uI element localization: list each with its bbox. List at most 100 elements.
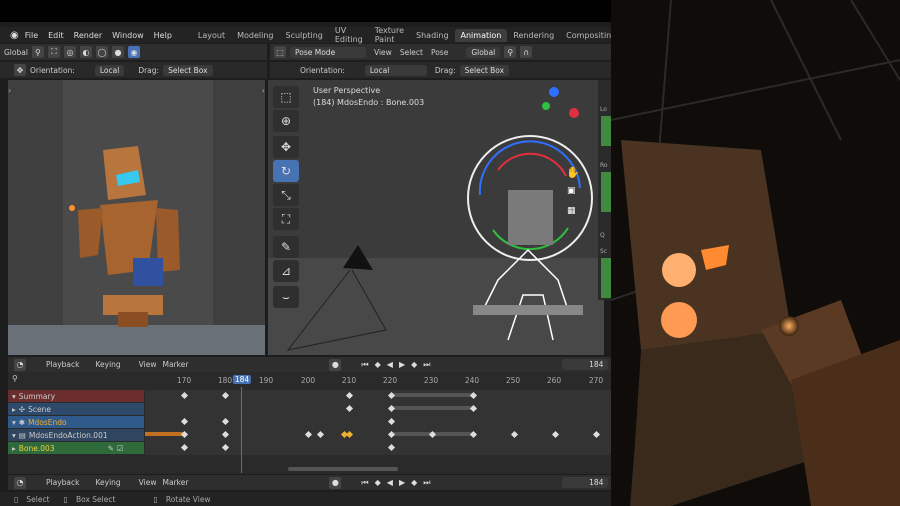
channel-scene[interactable]: ▸ ✣ Scene [8, 403, 144, 415]
bottom-play-reverse-icon[interactable]: ◀ [387, 478, 393, 487]
bottom-jump-start-icon[interactable]: ⏮ [361, 478, 368, 488]
bottom-prev-key-icon[interactable]: ◆ [375, 478, 381, 487]
menu-file[interactable]: File [25, 31, 38, 40]
channel-bone[interactable]: ▸ Bone.003 ✎ ☑ [8, 442, 144, 454]
transform-tool[interactable]: ⛶ [273, 208, 299, 230]
record-icon[interactable]: ● [329, 358, 342, 371]
workspace-tab-shading[interactable]: Shading [410, 29, 455, 42]
left-transform-orientation[interactable]: Global [4, 48, 28, 57]
menu-render[interactable]: Render [74, 31, 102, 40]
wireframe-shading-icon[interactable]: ◯ [95, 46, 108, 58]
workspace-tab-animation[interactable]: Animation [454, 28, 508, 42]
tool-settings-icon[interactable]: ✥ [14, 64, 26, 76]
editor-type-icon[interactable]: ⬚ [274, 46, 286, 58]
menu-view[interactable]: View [374, 48, 392, 57]
camera-viewport[interactable]: › ‹ [8, 80, 265, 355]
workspace-tab-texture-paint[interactable]: Texture Paint [369, 24, 410, 46]
annotate-tool[interactable]: ✎ [273, 236, 299, 258]
wrench-icon[interactable]: ✎ [108, 444, 114, 453]
bottom-current-frame-field[interactable]: 184 [562, 477, 609, 488]
play-icon[interactable]: ▶ [399, 360, 405, 369]
timeline-ruler[interactable]: ⚲ 170 180 184 190 200 210 220 230 240 25… [8, 373, 611, 387]
bottom-jump-end-icon[interactable]: ⏭ [423, 478, 430, 488]
side-panel-scale-field[interactable] [601, 258, 611, 298]
channel-action[interactable]: ▾ ▤ MdosEndoAction.001 [8, 429, 144, 441]
solid-shading-icon[interactable]: ● [111, 46, 124, 58]
bottom-menu-keying[interactable]: Keying [95, 478, 120, 487]
move-tool[interactable]: ✥ [273, 136, 299, 158]
next-keyframe-icon[interactable]: ◆ [411, 360, 417, 369]
bottom-next-key-icon[interactable]: ◆ [411, 478, 417, 487]
expand-arrow-icon[interactable]: ▸ [12, 405, 16, 414]
timeline-menu-keying[interactable]: Keying [95, 360, 120, 369]
jump-end-icon[interactable]: ⏭ [423, 360, 430, 370]
bottom-play-icon[interactable]: ▶ [399, 478, 405, 487]
left-collapse-arrow[interactable]: › [8, 86, 11, 95]
bottom-record-icon[interactable]: ● [329, 476, 342, 489]
right-transform-orientation[interactable]: Global [466, 46, 501, 58]
menu-help[interactable]: Help [154, 31, 172, 40]
snap-icon[interactable]: ⛶ [47, 46, 60, 58]
workspace-tab-uv-editing[interactable]: UV Editing [329, 24, 369, 46]
pose-breakdowner-tool[interactable]: ⌣ [273, 286, 299, 308]
zoom-hand-icon[interactable]: ✋ [566, 166, 580, 179]
menu-pose[interactable]: Pose [431, 48, 448, 57]
workspace-tab-rendering[interactable]: Rendering [507, 29, 560, 42]
play-reverse-icon[interactable]: ◀ [387, 360, 393, 369]
timeline-menu-playback[interactable]: Playback [46, 360, 79, 369]
right-drag-dropdown[interactable]: Select Box [459, 64, 510, 76]
menu-select[interactable]: Select [400, 48, 423, 57]
rotate-tool[interactable]: ↻ [273, 160, 299, 182]
expand-arrow-icon[interactable]: ▾ [12, 418, 16, 427]
playhead-frame-label[interactable]: 184 [232, 375, 252, 384]
timeline-menu-view[interactable]: View [139, 360, 157, 369]
bottom-menu-playback[interactable]: Playback [46, 478, 79, 487]
right-orientation-dropdown[interactable]: Local [364, 64, 427, 76]
jump-start-icon[interactable]: ⏮ [361, 360, 368, 370]
prev-keyframe-icon[interactable]: ◆ [375, 360, 381, 369]
properties-side-panel[interactable]: Lo Ro Q Sc [598, 80, 611, 300]
timeline-editor[interactable]: ◔ Playback Keying View Marker ● ⏮ ◆ ◀ ▶ … [8, 357, 611, 490]
expand-arrow-icon[interactable]: ▾ [12, 392, 16, 401]
channel-object[interactable]: ▾ ✱ MdosEndo [8, 416, 144, 428]
workspace-tab-modeling[interactable]: Modeling [231, 29, 279, 42]
expand-arrow-icon[interactable]: ▸ [12, 444, 16, 453]
menu-edit[interactable]: Edit [48, 31, 64, 40]
blender-logo-icon[interactable]: ◉ [10, 30, 19, 41]
workspace-tab-sculpting[interactable]: Sculpting [280, 29, 329, 42]
pivot-icon[interactable]: ⚲ [31, 46, 44, 58]
left-drag-dropdown[interactable]: Select Box [163, 64, 213, 76]
channel-summary[interactable]: ▾ Summary [8, 390, 144, 402]
camera-view-icon[interactable]: ▣ [567, 186, 576, 196]
material-shading-icon[interactable]: ◉ [127, 46, 140, 58]
grid-view-icon[interactable]: ▦ [567, 206, 576, 216]
scale-tool[interactable]: ⤡ [273, 184, 299, 206]
timeline-menu-marker[interactable]: Marker [162, 360, 188, 369]
menu-window[interactable]: Window [112, 31, 144, 40]
checkbox-icon[interactable]: ☑ [117, 444, 124, 453]
right-collapse-arrow[interactable]: ‹ [262, 86, 265, 95]
expand-arrow-icon[interactable]: ▾ [12, 431, 16, 440]
cursor-tool[interactable]: ⊕ [273, 110, 299, 132]
overlay-icon[interactable]: ◐ [79, 46, 92, 58]
pose-mode-viewport[interactable]: User Perspective (184) MdosEndo : Bone.0… [268, 80, 604, 355]
search-icon[interactable]: ⚲ [12, 374, 18, 383]
bottom-editor-type-icon[interactable]: ◔ [14, 476, 26, 489]
select-tool[interactable]: ⬚ [273, 86, 299, 108]
proportional-edit-icon[interactable]: ◎ [63, 46, 76, 58]
mode-dropdown[interactable]: Pose Mode [290, 46, 366, 58]
timeline-editor-type-icon[interactable]: ◔ [14, 358, 26, 371]
measure-tool[interactable]: ⊿ [273, 260, 299, 282]
timeline-scrollbar[interactable] [288, 467, 398, 471]
bottom-menu-marker[interactable]: Marker [162, 478, 188, 487]
gizmo-y-icon[interactable] [542, 102, 550, 110]
current-frame-field[interactable]: 184 [562, 359, 609, 370]
bottom-menu-view[interactable]: View [139, 478, 157, 487]
magnet-icon[interactable]: ∩ [520, 46, 533, 58]
playhead-line[interactable] [241, 387, 242, 473]
side-panel-rotation-field[interactable] [601, 172, 611, 212]
side-panel-location-field[interactable] [601, 116, 611, 146]
pivot-point-icon[interactable]: ⚲ [504, 46, 517, 58]
workspace-tab-layout[interactable]: Layout [192, 29, 231, 42]
keyframe-area[interactable] [145, 390, 611, 455]
